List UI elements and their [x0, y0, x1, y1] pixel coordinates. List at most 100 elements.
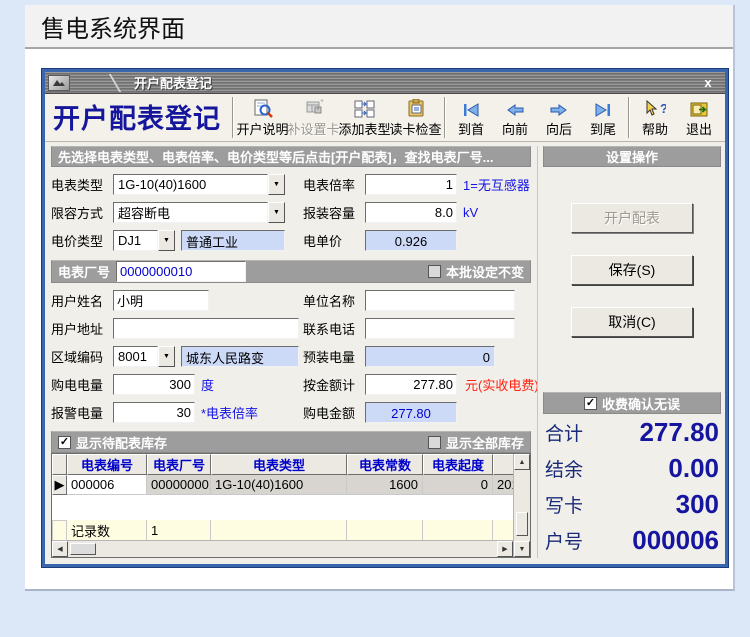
- scroll-left-icon[interactable]: ◀: [52, 541, 68, 557]
- vertical-scroll-thumb[interactable]: [516, 512, 528, 536]
- grid-header-cell[interactable]: 电表起度: [423, 454, 493, 475]
- scroll-right-icon[interactable]: ▶: [497, 541, 513, 557]
- unit-price-value: 0.926: [365, 230, 457, 251]
- grid-header-cell[interactable]: [493, 454, 513, 475]
- toolbar-button-label: 向前: [502, 119, 528, 138]
- form-row: 用户地址 联系电话: [51, 318, 531, 339]
- chevron-down-icon[interactable]: ▼: [268, 202, 285, 223]
- last-arrow-icon: [593, 98, 613, 118]
- region-code-select[interactable]: 8001 ▼: [113, 346, 175, 367]
- show-all-stock-checkbox[interactable]: [428, 436, 441, 449]
- window-titlebar: 开户配表登记 x: [45, 72, 725, 94]
- limit-mode-select[interactable]: 超容断电 ▼: [113, 202, 285, 223]
- purchase-qty-label: 购电电量: [51, 375, 113, 394]
- open-account-help-button[interactable]: 开户说明: [237, 96, 288, 140]
- meter-serial-input[interactable]: [116, 261, 246, 282]
- cancel-button[interactable]: 取消(C): [571, 307, 693, 337]
- grid-cell: 1G-10(40)1600: [211, 475, 347, 495]
- toolbar: 开户配表登记 开户说明 *+ 补设置卡 添加表型: [45, 94, 725, 142]
- phone-input[interactable]: [365, 318, 515, 339]
- alarm-qty-label: 报警电量: [51, 403, 113, 422]
- capacity-input[interactable]: [365, 202, 457, 223]
- phone-label: 联系电话: [303, 319, 365, 338]
- grid-header-cell[interactable]: 电表厂号: [147, 454, 211, 475]
- ratio-input[interactable]: [365, 174, 457, 195]
- by-amount-label: 按金额计: [303, 375, 365, 394]
- grid-cell: 1600: [347, 475, 423, 495]
- org-name-input[interactable]: [365, 290, 515, 311]
- table-row[interactable]: ▶ 000006 0000000010 1G-10(40)1600 1600 0…: [52, 475, 513, 495]
- chevron-down-icon[interactable]: ▼: [158, 230, 175, 251]
- main-form-column: 先选择电表类型、电表倍率、电价类型等后点击[开户配表]，查找电表厂号... 电表…: [51, 146, 531, 558]
- toolbar-button-label: 到首: [458, 119, 484, 138]
- meter-serial-bar: 电表厂号 本批设定不变: [51, 260, 531, 283]
- go-first-button[interactable]: 到首: [449, 96, 493, 140]
- help-cursor-icon: ?: [644, 98, 666, 118]
- alarm-qty-input[interactable]: [113, 402, 195, 423]
- meter-type-select[interactable]: 1G-10(40)1600 ▼: [113, 174, 285, 195]
- price-type-select[interactable]: DJ1 ▼: [113, 230, 175, 251]
- save-button[interactable]: 保存(S): [571, 255, 693, 285]
- batch-fixed-checkbox[interactable]: [428, 265, 441, 278]
- preload-label: 预装电量: [303, 347, 365, 366]
- ratio-label: 电表倍率: [303, 175, 365, 194]
- account-no-row: 户号 000006: [543, 522, 721, 558]
- chevron-down-icon[interactable]: ▼: [268, 174, 285, 195]
- by-amount-input[interactable]: [365, 374, 457, 395]
- grid-header-row: 电表编号 电表厂号 电表类型 电表常数 电表起度: [52, 454, 513, 475]
- toolbar-button-label: 向后: [546, 119, 572, 138]
- write-card-label: 写卡: [545, 491, 583, 518]
- grid-header-cell[interactable]: 电表编号: [67, 454, 147, 475]
- scroll-down-icon[interactable]: ▼: [514, 541, 530, 557]
- fee-confirm-bar: 收费确认无误: [543, 392, 721, 414]
- exit-door-icon: [689, 98, 709, 118]
- go-next-button[interactable]: 向后: [537, 96, 581, 140]
- add-pages-icon: [354, 98, 376, 118]
- toolbar-button-label: 帮助: [642, 119, 668, 138]
- address-input[interactable]: [113, 318, 299, 339]
- capacity-note: kV: [463, 205, 478, 220]
- grid-corner-cell: [52, 454, 67, 475]
- form-row: 购电电量 度 按金额计 元(实收电费): [51, 374, 531, 395]
- total-row: 合计 277.80: [543, 414, 721, 450]
- user-name-input[interactable]: [113, 290, 209, 311]
- go-previous-button[interactable]: 向前: [493, 96, 537, 140]
- go-last-button[interactable]: 到尾: [581, 96, 625, 140]
- show-pending-stock-checkbox[interactable]: [58, 436, 71, 449]
- account-no-value: 000006: [583, 525, 719, 556]
- add-meter-type-button[interactable]: 添加表型: [339, 96, 390, 140]
- purchase-qty-note: 度: [201, 375, 214, 394]
- grid-header-cell[interactable]: 电表常数: [347, 454, 423, 475]
- region-desc: 城东人民路变: [181, 346, 299, 367]
- capacity-label: 报装容量: [303, 203, 365, 222]
- assign-meter-button: 开户配表: [571, 203, 693, 233]
- form-row: 限容方式 超容断电 ▼ 报装容量 kV: [51, 202, 531, 223]
- scroll-up-icon[interactable]: ▲: [514, 454, 530, 470]
- balance-label: 结余: [545, 455, 583, 482]
- horizontal-scroll-thumb[interactable]: [70, 543, 96, 555]
- fee-confirm-label: 收费确认无误: [602, 394, 680, 413]
- by-amount-note: 元(实收电费): [465, 375, 539, 394]
- close-button[interactable]: x: [695, 75, 721, 90]
- vertical-scrollbar[interactable]: ▲ ▼: [513, 454, 530, 557]
- grid-empty-area: [52, 495, 513, 520]
- purchase-qty-input[interactable]: [113, 374, 195, 395]
- toolbar-separator: [232, 97, 234, 138]
- fee-confirm-checkbox[interactable]: [584, 397, 597, 410]
- first-arrow-icon: [461, 98, 481, 118]
- record-count-label: 记录数: [67, 520, 147, 540]
- form-row: 电价类型 DJ1 ▼ 普通工业 电单价 0.926: [51, 230, 531, 251]
- grid-footer-cell: [493, 520, 513, 540]
- chevron-down-icon[interactable]: ▼: [158, 346, 175, 367]
- horizontal-scrollbar[interactable]: ◀ ▶: [52, 540, 513, 557]
- exit-button[interactable]: 退出: [677, 96, 721, 140]
- help-button[interactable]: ? 帮助: [633, 96, 677, 140]
- record-count-value: 1: [147, 520, 211, 540]
- grid-header-cell[interactable]: 电表类型: [211, 454, 347, 475]
- region-code-value: 8001: [113, 346, 158, 367]
- read-card-check-button[interactable]: 读卡检查: [390, 96, 441, 140]
- meter-type-label: 电表类型: [51, 175, 113, 194]
- toolbar-separator: [444, 97, 446, 138]
- grid-footer-corner: [52, 520, 67, 540]
- show-pending-stock-label: 显示待配表库存: [76, 433, 167, 452]
